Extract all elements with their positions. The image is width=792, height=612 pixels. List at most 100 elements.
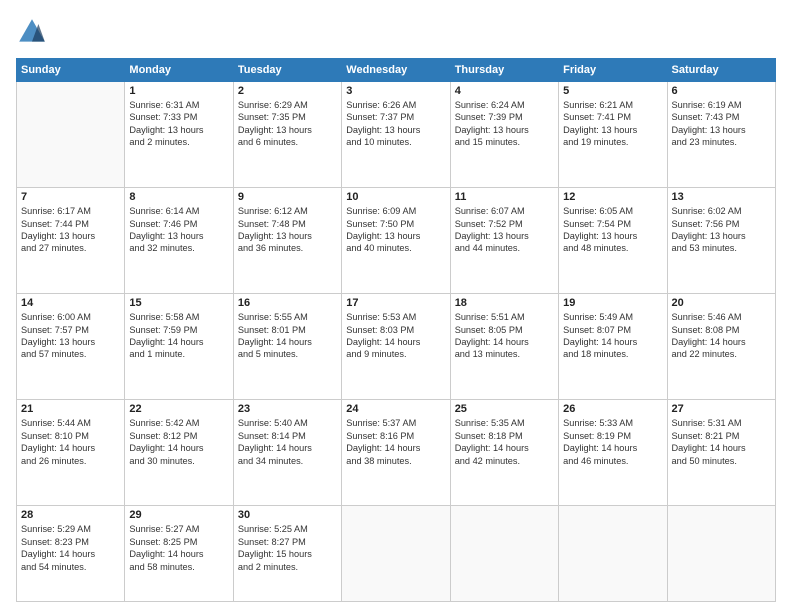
calendar-cell: 15 Sunrise: 5:58 AMSunset: 7:59 PMDayligh… <box>125 294 233 400</box>
day-number: 29 <box>129 509 228 521</box>
calendar-cell: 6 Sunrise: 6:19 AMSunset: 7:43 PMDaylight… <box>667 82 775 188</box>
col-header-monday: Monday <box>125 59 233 82</box>
day-info: Sunrise: 5:31 AMSunset: 8:21 PMDaylight:… <box>672 417 771 467</box>
day-number: 5 <box>563 85 662 97</box>
calendar-cell: 26 Sunrise: 5:33 AMSunset: 8:19 PMDayligh… <box>559 400 667 506</box>
calendar-cell <box>17 82 125 188</box>
day-info: Sunrise: 5:55 AMSunset: 8:01 PMDaylight:… <box>238 311 337 361</box>
calendar-header-row: SundayMondayTuesdayWednesdayThursdayFrid… <box>17 59 776 82</box>
day-number: 28 <box>21 509 120 521</box>
day-number: 8 <box>129 191 228 203</box>
calendar-cell: 4 Sunrise: 6:24 AMSunset: 7:39 PMDaylight… <box>450 82 558 188</box>
calendar-cell: 30 Sunrise: 5:25 AMSunset: 8:27 PMDayligh… <box>233 506 341 602</box>
col-header-wednesday: Wednesday <box>342 59 450 82</box>
day-number: 6 <box>672 85 771 97</box>
calendar-cell <box>342 506 450 602</box>
col-header-sunday: Sunday <box>17 59 125 82</box>
day-number: 26 <box>563 403 662 415</box>
day-number: 17 <box>346 297 445 309</box>
day-info: Sunrise: 6:26 AMSunset: 7:37 PMDaylight:… <box>346 99 445 149</box>
day-number: 16 <box>238 297 337 309</box>
day-number: 3 <box>346 85 445 97</box>
calendar-cell: 28 Sunrise: 5:29 AMSunset: 8:23 PMDayligh… <box>17 506 125 602</box>
day-info: Sunrise: 5:40 AMSunset: 8:14 PMDaylight:… <box>238 417 337 467</box>
day-info: Sunrise: 5:33 AMSunset: 8:19 PMDaylight:… <box>563 417 662 467</box>
day-info: Sunrise: 6:21 AMSunset: 7:41 PMDaylight:… <box>563 99 662 149</box>
logo <box>16 16 52 48</box>
calendar-cell: 20 Sunrise: 5:46 AMSunset: 8:08 PMDayligh… <box>667 294 775 400</box>
calendar-cell: 5 Sunrise: 6:21 AMSunset: 7:41 PMDaylight… <box>559 82 667 188</box>
calendar: SundayMondayTuesdayWednesdayThursdayFrid… <box>16 58 776 602</box>
day-info: Sunrise: 6:09 AMSunset: 7:50 PMDaylight:… <box>346 205 445 255</box>
day-number: 13 <box>672 191 771 203</box>
calendar-cell <box>559 506 667 602</box>
day-info: Sunrise: 5:53 AMSunset: 8:03 PMDaylight:… <box>346 311 445 361</box>
day-info: Sunrise: 5:27 AMSunset: 8:25 PMDaylight:… <box>129 523 228 573</box>
calendar-cell: 8 Sunrise: 6:14 AMSunset: 7:46 PMDaylight… <box>125 188 233 294</box>
day-number: 10 <box>346 191 445 203</box>
calendar-cell: 1 Sunrise: 6:31 AMSunset: 7:33 PMDaylight… <box>125 82 233 188</box>
day-number: 24 <box>346 403 445 415</box>
calendar-cell: 12Sunrise: 6:05 AMSunset: 7:54 PMDayligh… <box>559 188 667 294</box>
day-number: 7 <box>21 191 120 203</box>
calendar-cell: 7 Sunrise: 6:17 AMSunset: 7:44 PMDaylight… <box>17 188 125 294</box>
day-info: Sunrise: 6:00 AMSunset: 7:57 PMDaylight:… <box>21 311 120 361</box>
day-number: 30 <box>238 509 337 521</box>
col-header-thursday: Thursday <box>450 59 558 82</box>
calendar-cell: 27 Sunrise: 5:31 AMSunset: 8:21 PMDayligh… <box>667 400 775 506</box>
calendar-cell: 19 Sunrise: 5:49 AMSunset: 8:07 PMDayligh… <box>559 294 667 400</box>
day-info: Sunrise: 5:46 AMSunset: 8:08 PMDaylight:… <box>672 311 771 361</box>
day-number: 15 <box>129 297 228 309</box>
calendar-cell <box>450 506 558 602</box>
day-number: 1 <box>129 85 228 97</box>
day-info: Sunrise: 5:25 AMSunset: 8:27 PMDaylight:… <box>238 523 337 573</box>
day-number: 23 <box>238 403 337 415</box>
logo-icon <box>16 16 48 48</box>
calendar-cell: 11 Sunrise: 6:07 AMSunset: 7:52 PMDayligh… <box>450 188 558 294</box>
calendar-cell: 9 Sunrise: 6:12 AMSunset: 7:48 PMDaylight… <box>233 188 341 294</box>
calendar-cell: 16 Sunrise: 5:55 AMSunset: 8:01 PMDayligh… <box>233 294 341 400</box>
calendar-cell: 21 Sunrise: 5:44 AMSunset: 8:10 PMDayligh… <box>17 400 125 506</box>
calendar-cell: 17 Sunrise: 5:53 AMSunset: 8:03 PMDayligh… <box>342 294 450 400</box>
day-info: Sunrise: 5:29 AMSunset: 8:23 PMDaylight:… <box>21 523 120 573</box>
calendar-cell: 10 Sunrise: 6:09 AMSunset: 7:50 PMDayligh… <box>342 188 450 294</box>
day-number: 14 <box>21 297 120 309</box>
day-info: Sunrise: 6:29 AMSunset: 7:35 PMDaylight:… <box>238 99 337 149</box>
day-number: 9 <box>238 191 337 203</box>
day-info: Sunrise: 5:49 AMSunset: 8:07 PMDaylight:… <box>563 311 662 361</box>
day-info: Sunrise: 6:31 AMSunset: 7:33 PMDaylight:… <box>129 99 228 149</box>
day-info: Sunrise: 6:17 AMSunset: 7:44 PMDaylight:… <box>21 205 120 255</box>
day-info: Sunrise: 5:35 AMSunset: 8:18 PMDaylight:… <box>455 417 554 467</box>
calendar-cell: 23 Sunrise: 5:40 AMSunset: 8:14 PMDayligh… <box>233 400 341 506</box>
day-info: Sunrise: 5:44 AMSunset: 8:10 PMDaylight:… <box>21 417 120 467</box>
day-number: 19 <box>563 297 662 309</box>
calendar-cell <box>667 506 775 602</box>
day-info: Sunrise: 6:02 AMSunset: 7:56 PMDaylight:… <box>672 205 771 255</box>
day-number: 27 <box>672 403 771 415</box>
calendar-cell: 29 Sunrise: 5:27 AMSunset: 8:25 PMDayligh… <box>125 506 233 602</box>
day-number: 21 <box>21 403 120 415</box>
day-number: 20 <box>672 297 771 309</box>
day-info: Sunrise: 6:24 AMSunset: 7:39 PMDaylight:… <box>455 99 554 149</box>
day-number: 18 <box>455 297 554 309</box>
calendar-cell: 2Sunrise: 6:29 AMSunset: 7:35 PMDaylight… <box>233 82 341 188</box>
day-info: Sunrise: 5:51 AMSunset: 8:05 PMDaylight:… <box>455 311 554 361</box>
day-info: Sunrise: 6:19 AMSunset: 7:43 PMDaylight:… <box>672 99 771 149</box>
day-info: Sunrise: 6:12 AMSunset: 7:48 PMDaylight:… <box>238 205 337 255</box>
day-info: Sunrise: 5:42 AMSunset: 8:12 PMDaylight:… <box>129 417 228 467</box>
col-header-tuesday: Tuesday <box>233 59 341 82</box>
calendar-cell: 18 Sunrise: 5:51 AMSunset: 8:05 PMDayligh… <box>450 294 558 400</box>
calendar-cell: 25 Sunrise: 5:35 AMSunset: 8:18 PMDayligh… <box>450 400 558 506</box>
page-container: SundayMondayTuesdayWednesdayThursdayFrid… <box>0 0 792 612</box>
day-info: Sunrise: 5:58 AMSunset: 7:59 PMDaylight:… <box>129 311 228 361</box>
calendar-cell: 14 Sunrise: 6:00 AMSunset: 7:57 PMDayligh… <box>17 294 125 400</box>
day-number: 25 <box>455 403 554 415</box>
day-number: 12 <box>563 191 662 203</box>
calendar-cell: 24Sunrise: 5:37 AMSunset: 8:16 PMDayligh… <box>342 400 450 506</box>
col-header-saturday: Saturday <box>667 59 775 82</box>
day-number: 4 <box>455 85 554 97</box>
day-number: 22 <box>129 403 228 415</box>
day-info: Sunrise: 6:14 AMSunset: 7:46 PMDaylight:… <box>129 205 228 255</box>
day-info: Sunrise: 6:07 AMSunset: 7:52 PMDaylight:… <box>455 205 554 255</box>
day-number: 11 <box>455 191 554 203</box>
